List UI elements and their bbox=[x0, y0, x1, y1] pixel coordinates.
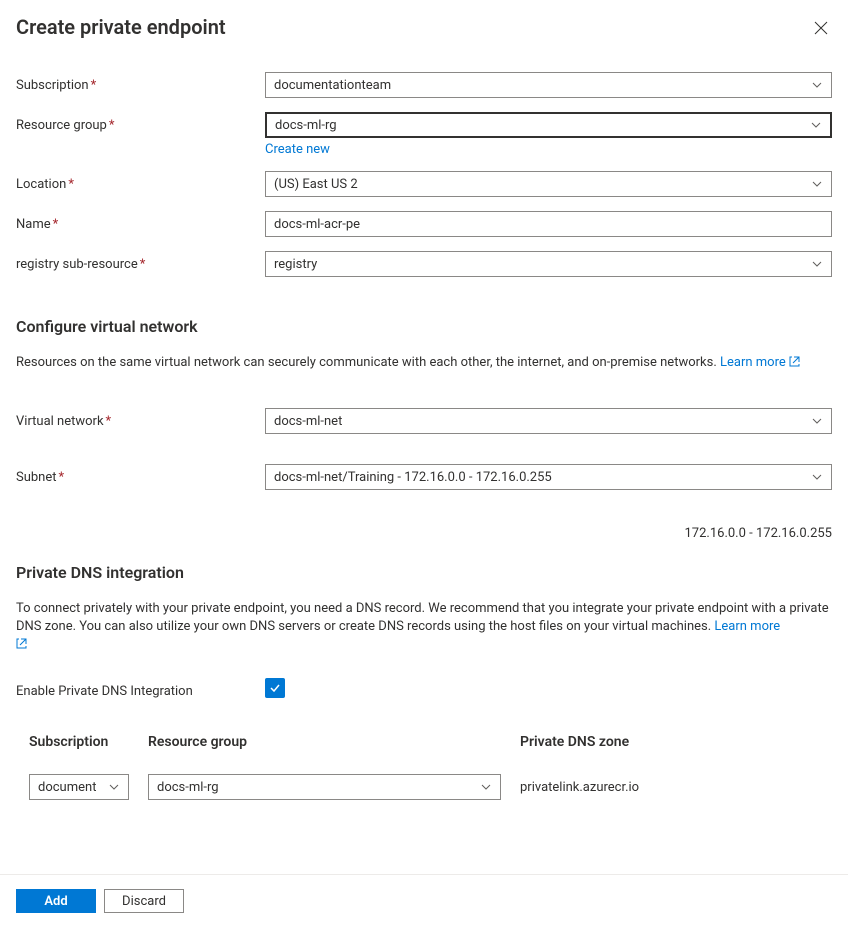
dns-heading: Private DNS integration bbox=[16, 563, 832, 582]
dns-table-row: document docs-ml-rg privatelink.azurecr.… bbox=[16, 774, 832, 800]
location-select[interactable]: (US) East US 2 bbox=[265, 171, 832, 197]
chevron-down-icon bbox=[811, 79, 823, 91]
chevron-down-icon bbox=[811, 178, 823, 190]
dns-subscription-select[interactable]: document bbox=[29, 774, 129, 800]
close-icon bbox=[814, 21, 828, 35]
chevron-down-icon bbox=[108, 781, 120, 793]
chevron-down-icon bbox=[811, 258, 823, 270]
vnet-heading: Configure virtual network bbox=[16, 317, 832, 336]
external-link-icon bbox=[789, 356, 800, 367]
discard-button[interactable]: Discard bbox=[104, 889, 184, 913]
check-icon bbox=[268, 681, 282, 695]
virtual-network-label: Virtual network* bbox=[16, 408, 265, 429]
dns-header-subscription: Subscription bbox=[29, 734, 148, 750]
subscription-label: Subscription* bbox=[16, 72, 265, 93]
sub-resource-label: registry sub-resource* bbox=[16, 251, 265, 272]
name-label: Name* bbox=[16, 211, 265, 232]
enable-dns-label: Enable Private DNS Integration bbox=[16, 678, 265, 699]
dns-description: To connect privately with your private e… bbox=[16, 600, 832, 654]
ip-range-text: 172.16.0.0 - 172.16.0.255 bbox=[16, 526, 832, 541]
chevron-down-icon bbox=[811, 471, 823, 483]
chevron-down-icon bbox=[811, 415, 823, 427]
subscription-select[interactable]: documentationteam bbox=[265, 72, 832, 98]
virtual-network-select[interactable]: docs-ml-net bbox=[265, 408, 832, 434]
dns-header-resource-group: Resource group bbox=[148, 734, 520, 750]
resource-group-label: Resource group* bbox=[16, 112, 265, 133]
external-link-icon bbox=[16, 638, 27, 649]
page-title: Create private endpoint bbox=[16, 15, 226, 39]
chevron-down-icon bbox=[810, 119, 822, 131]
vnet-learn-more-link[interactable]: Learn more bbox=[720, 355, 800, 370]
name-input[interactable]: docs-ml-acr-pe bbox=[265, 211, 832, 237]
close-button[interactable] bbox=[810, 17, 832, 42]
dns-resource-group-select[interactable]: docs-ml-rg bbox=[148, 774, 501, 800]
vnet-description: Resources on the same virtual network ca… bbox=[16, 354, 832, 372]
sub-resource-select[interactable]: registry bbox=[265, 251, 832, 277]
chevron-down-icon bbox=[480, 781, 492, 793]
enable-dns-checkbox[interactable] bbox=[265, 678, 285, 698]
dns-header-zone: Private DNS zone bbox=[520, 734, 819, 750]
subnet-select[interactable]: docs-ml-net/Training - 172.16.0.0 - 172.… bbox=[265, 464, 832, 490]
location-label: Location* bbox=[16, 171, 265, 192]
subnet-label: Subnet* bbox=[16, 464, 265, 485]
dns-table-header: Subscription Resource group Private DNS … bbox=[16, 734, 832, 750]
add-button[interactable]: Add bbox=[16, 889, 96, 913]
dns-zone-value: privatelink.azurecr.io bbox=[520, 780, 639, 795]
create-new-link[interactable]: Create new bbox=[265, 142, 330, 157]
resource-group-select[interactable]: docs-ml-rg bbox=[265, 112, 832, 138]
